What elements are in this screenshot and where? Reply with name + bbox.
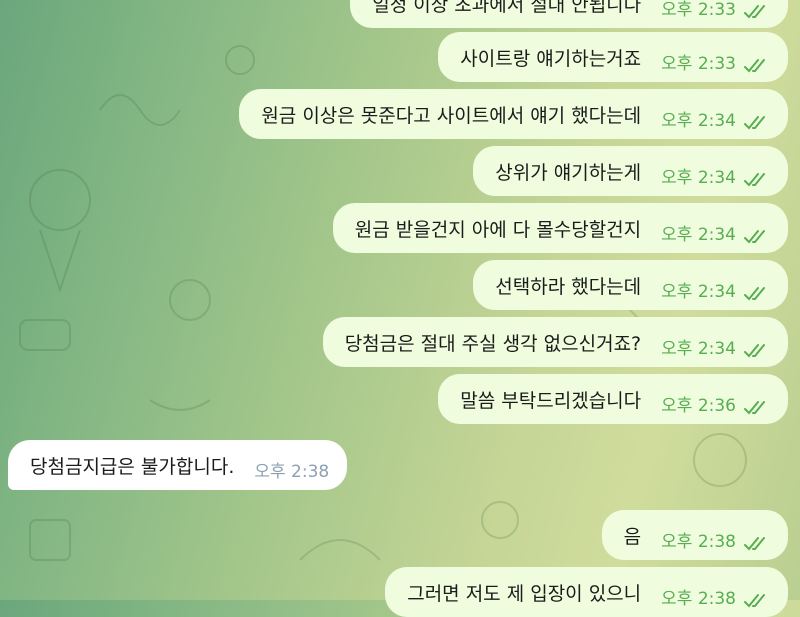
- double-check-icon: [744, 173, 765, 187]
- message-bubble-outgoing[interactable]: 말씀 부탁드리겠습니다 오후 2:36: [438, 374, 788, 424]
- message-meta: 오후 2:34: [661, 97, 770, 131]
- message-list[interactable]: 일정 이상 초과에서 절대 안됩니다 오후 2:33 사이트랑 얘기하는거죠 오…: [0, 0, 800, 617]
- double-check-icon: [744, 230, 765, 244]
- message-text: 원금 받을건지 아에 다 몰수당할건지: [354, 218, 642, 241]
- message-text: 당첨금지급은 불가합니다.: [30, 455, 235, 478]
- message-bubble-outgoing[interactable]: 사이트랑 얘기하는거죠 오후 2:33: [438, 32, 788, 82]
- double-check-icon: [744, 116, 765, 130]
- message-text: 사이트랑 얘기하는거죠: [460, 47, 642, 70]
- message-bubble-outgoing[interactable]: 그러면 저도 제 입장이 있으니 오후 2:38: [385, 567, 788, 617]
- message-meta: 오후 2:38: [254, 448, 329, 482]
- message-meta: 오후 2:34: [661, 325, 770, 359]
- double-check-icon: [744, 594, 765, 608]
- double-check-icon: [744, 401, 765, 415]
- message-text: 일정 이상 초과에서 절대 안됩니다: [372, 0, 642, 16]
- message-time: 오후 2:33: [661, 0, 736, 20]
- message-time: 오후 2:38: [661, 532, 736, 552]
- message-bubble-outgoing[interactable]: 원금 이상은 못준다고 사이트에서 얘기 했다는데 오후 2:34: [239, 89, 788, 139]
- message-time: 오후 2:38: [661, 589, 736, 609]
- message-meta: 오후 2:34: [661, 211, 770, 245]
- message-meta: 오후 2:34: [661, 154, 770, 188]
- message-meta: 오후 2:38: [661, 518, 770, 552]
- message-bubble-incoming[interactable]: 당첨금지급은 불가합니다. 오후 2:38: [8, 440, 348, 490]
- message-time: 오후 2:34: [661, 282, 736, 302]
- message-text: 그러면 저도 제 입장이 있으니: [407, 582, 642, 605]
- message-time: 오후 2:34: [661, 339, 736, 359]
- message-text: 당첨금은 절대 주실 생각 없으신거죠?: [344, 332, 642, 355]
- message-bubble-outgoing[interactable]: 일정 이상 초과에서 절대 안됩니다 오후 2:33: [350, 0, 788, 28]
- message-text: 음: [623, 525, 642, 548]
- double-check-icon: [744, 537, 765, 551]
- message-text: 말씀 부탁드리겠습니다: [460, 389, 642, 412]
- message-time: 오후 2:34: [661, 225, 736, 245]
- message-meta: 오후 2:38: [661, 575, 770, 609]
- double-check-icon: [744, 287, 765, 301]
- message-text: 상위가 얘기하는게: [495, 161, 642, 184]
- message-bubble-outgoing[interactable]: 당첨금은 절대 주실 생각 없으신거죠? 오후 2:34: [322, 317, 788, 367]
- message-time: 오후 2:36: [661, 396, 736, 416]
- double-check-icon: [744, 5, 765, 19]
- message-meta: 오후 2:33: [661, 40, 770, 74]
- message-time: 오후 2:38: [254, 462, 330, 482]
- message-time: 오후 2:34: [661, 168, 736, 188]
- message-text: 원금 이상은 못준다고 사이트에서 얘기 했다는데: [261, 104, 642, 127]
- message-meta: 오후 2:34: [661, 268, 770, 302]
- double-check-icon: [744, 344, 765, 358]
- message-bubble-outgoing[interactable]: 음 오후 2:38: [601, 510, 788, 560]
- message-time: 오후 2:34: [661, 111, 736, 131]
- message-bubble-outgoing[interactable]: 상위가 얘기하는게 오후 2:34: [473, 146, 788, 196]
- message-meta: 오후 2:36: [661, 382, 770, 416]
- message-bubble-outgoing[interactable]: 원금 받을건지 아에 다 몰수당할건지 오후 2:34: [332, 203, 788, 253]
- message-time: 오후 2:33: [661, 54, 736, 74]
- message-bubble-outgoing[interactable]: 선택하라 했다는데 오후 2:34: [473, 260, 788, 310]
- double-check-icon: [744, 59, 765, 73]
- message-meta: 오후 2:33: [661, 0, 770, 20]
- message-text: 선택하라 했다는데: [495, 275, 642, 298]
